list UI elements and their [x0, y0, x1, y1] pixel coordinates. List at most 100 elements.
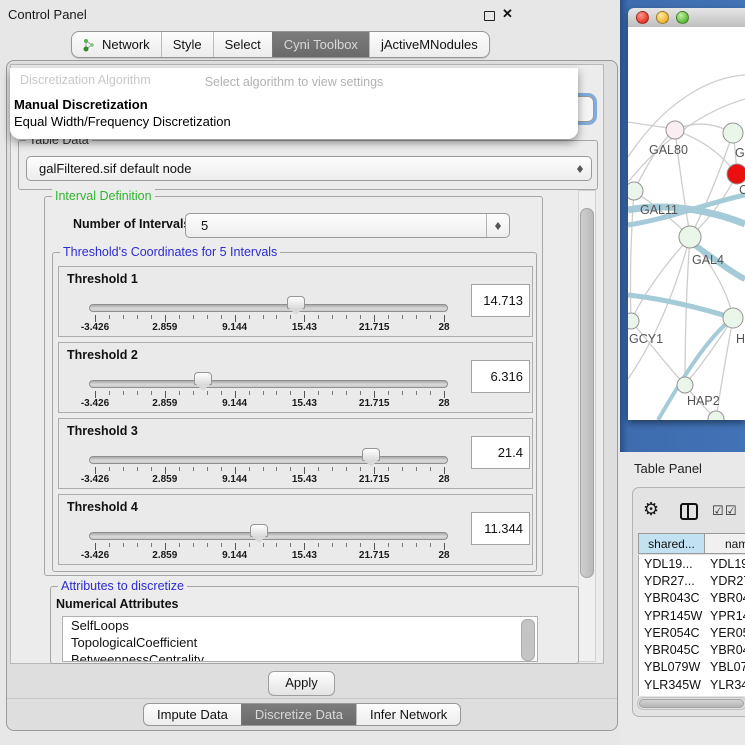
network-node[interactable] — [708, 411, 724, 420]
threshold-value-field[interactable]: 6.316 — [471, 360, 530, 393]
tick-mark — [109, 315, 110, 319]
tick-label: 28 — [438, 474, 449, 485]
table-row[interactable]: YER054CYER054C — [639, 624, 745, 641]
list-item[interactable]: BetweennessCentrality — [63, 651, 537, 662]
tick-mark — [444, 391, 445, 398]
tick-label: 2.859 — [152, 474, 177, 485]
minimize-button[interactable] — [656, 11, 669, 24]
tick-mark — [137, 391, 138, 395]
tick-label: -3.426 — [81, 398, 109, 409]
list-item[interactable]: SelfLoops — [63, 617, 537, 634]
tick-mark — [332, 315, 333, 319]
list-scrollbar-thumb[interactable] — [521, 619, 535, 661]
tick-mark — [430, 467, 431, 471]
float-window-icon[interactable] — [484, 11, 495, 21]
table-row[interactable]: YDL19...YDL19 — [639, 555, 745, 572]
numerical-attributes-list[interactable]: SelfLoopsTopologicalCoefficientBetweenne… — [62, 616, 538, 662]
tab-infer-network[interactable]: Infer Network — [356, 704, 460, 725]
threshold-slider[interactable]: -3.4262.8599.14415.4321.71528 — [59, 419, 532, 488]
tab-jactivemnodules[interactable]: jActiveMNodules — [369, 32, 489, 57]
network-node-gal80[interactable] — [666, 121, 684, 139]
network-canvas[interactable]: GAL80GACGAL11GAL4GCY1HHAP2 — [628, 27, 745, 420]
tick-mark — [402, 543, 403, 547]
tick-mark — [346, 391, 347, 395]
table-row[interactable]: YPR145WYPR145W — [639, 607, 745, 624]
table-row[interactable]: YBR045CYBR045C — [639, 641, 745, 658]
slider-thumb[interactable] — [250, 524, 268, 537]
network-node-gal11[interactable] — [628, 182, 643, 200]
menu-item-equal-width-frequency[interactable]: Equal Width/Frequency Discretization — [14, 114, 231, 129]
cell-shared-name: YDR27... — [639, 574, 706, 588]
tick-mark — [179, 391, 180, 395]
checkbox-icon[interactable]: ☑ — [725, 503, 737, 519]
tick-mark — [109, 543, 110, 547]
threshold-slider[interactable]: -3.4262.8599.14415.4321.71528 — [59, 343, 532, 412]
tab-style[interactable]: Style — [161, 32, 213, 57]
column-header-name[interactable]: name — [705, 533, 745, 554]
table-row[interactable]: YIL052CYIL052C — [639, 693, 745, 696]
threshold-row: Threshold 4-3.4262.8599.14415.4321.71528… — [58, 494, 533, 565]
tick-mark — [332, 467, 333, 471]
table-row[interactable]: YDR27...YDR27 — [639, 572, 745, 589]
cell-name: YDL19 — [706, 557, 745, 571]
threshold-value-field[interactable]: 14.713 — [471, 284, 530, 317]
network-node-c[interactable] — [727, 164, 745, 184]
checkbox-icon[interactable]: ☑ — [712, 503, 724, 519]
tab-discretize-data[interactable]: Discretize Data — [241, 704, 356, 725]
table-body: YDL19...YDL19YDR27...YDR27YBR043CYBR043C… — [638, 555, 745, 696]
tick-mark — [207, 315, 208, 319]
tick-mark — [151, 315, 152, 319]
horizontal-scrollbar-track[interactable] — [637, 697, 745, 710]
zoom-button[interactable] — [676, 11, 689, 24]
tick-mark — [416, 315, 417, 319]
network-window-titlebar[interactable] — [628, 8, 745, 27]
tick-mark — [304, 391, 305, 398]
threshold-slider[interactable]: -3.4262.8599.14415.4321.71528 — [59, 267, 532, 336]
tick-label: 21.715 — [359, 322, 390, 333]
tick-mark — [221, 467, 222, 471]
split-column-icon[interactable] — [680, 503, 698, 520]
network-node-gal4[interactable] — [679, 226, 701, 248]
tick-label: 21.715 — [359, 550, 390, 561]
network-node-gcy1[interactable] — [628, 313, 639, 329]
slider-thumb[interactable] — [362, 448, 380, 461]
column-header-shared-name[interactable]: shared... — [638, 533, 705, 554]
tab-label: Cyni Toolbox — [284, 37, 358, 52]
tab-label: Select — [225, 37, 261, 52]
close-icon[interactable]: ✕ — [502, 6, 513, 22]
tab-select[interactable]: Select — [213, 32, 272, 57]
table-data-combobox[interactable]: galFiltered.sif default node — [26, 156, 592, 181]
cell-name: YLR345W — [706, 678, 745, 692]
network-node-h[interactable] — [723, 308, 743, 328]
cyni-mode-tab-bar: Impute DataDiscretize DataInfer Network — [143, 703, 461, 726]
tab-network[interactable]: Network — [72, 32, 161, 57]
tick-mark — [402, 315, 403, 319]
node-label: GCY1 — [629, 332, 663, 346]
tick-mark — [318, 315, 319, 319]
list-item[interactable]: TopologicalCoefficient — [63, 634, 537, 651]
table-row[interactable]: YBL079WYBL079W — [639, 659, 745, 676]
threshold-value-field[interactable]: 11.344 — [471, 512, 530, 545]
tick-mark — [95, 467, 96, 474]
tick-mark — [193, 315, 194, 319]
vertical-scrollbar-thumb[interactable] — [580, 208, 594, 578]
network-node-hap2[interactable] — [677, 377, 693, 393]
table-row[interactable]: YLR345WYLR345W — [639, 676, 745, 693]
menu-item-manual-discretization[interactable]: Manual Discretization — [14, 97, 148, 112]
network-node-ga[interactable] — [723, 123, 743, 143]
gear-icon[interactable]: ⚙ — [643, 500, 659, 518]
tab-impute-data[interactable]: Impute Data — [144, 704, 241, 725]
slider-thumb[interactable] — [194, 372, 212, 385]
slider-thumb[interactable] — [287, 296, 305, 309]
close-button[interactable] — [636, 11, 649, 24]
table-row[interactable]: YBR043CYBR043C — [639, 590, 745, 607]
tick-label: 9.144 — [222, 322, 247, 333]
number-of-intervals-spinner[interactable]: 5 — [185, 213, 510, 238]
tick-mark — [165, 391, 166, 398]
horizontal-scrollbar-thumb[interactable] — [639, 699, 744, 708]
threshold-value-field[interactable]: 21.4 — [471, 436, 530, 469]
tick-mark — [318, 391, 319, 395]
tab-cyni-toolbox[interactable]: Cyni Toolbox — [272, 32, 369, 57]
threshold-slider[interactable]: -3.4262.8599.14415.4321.71528 — [59, 495, 532, 564]
apply-button[interactable]: Apply — [268, 671, 335, 696]
